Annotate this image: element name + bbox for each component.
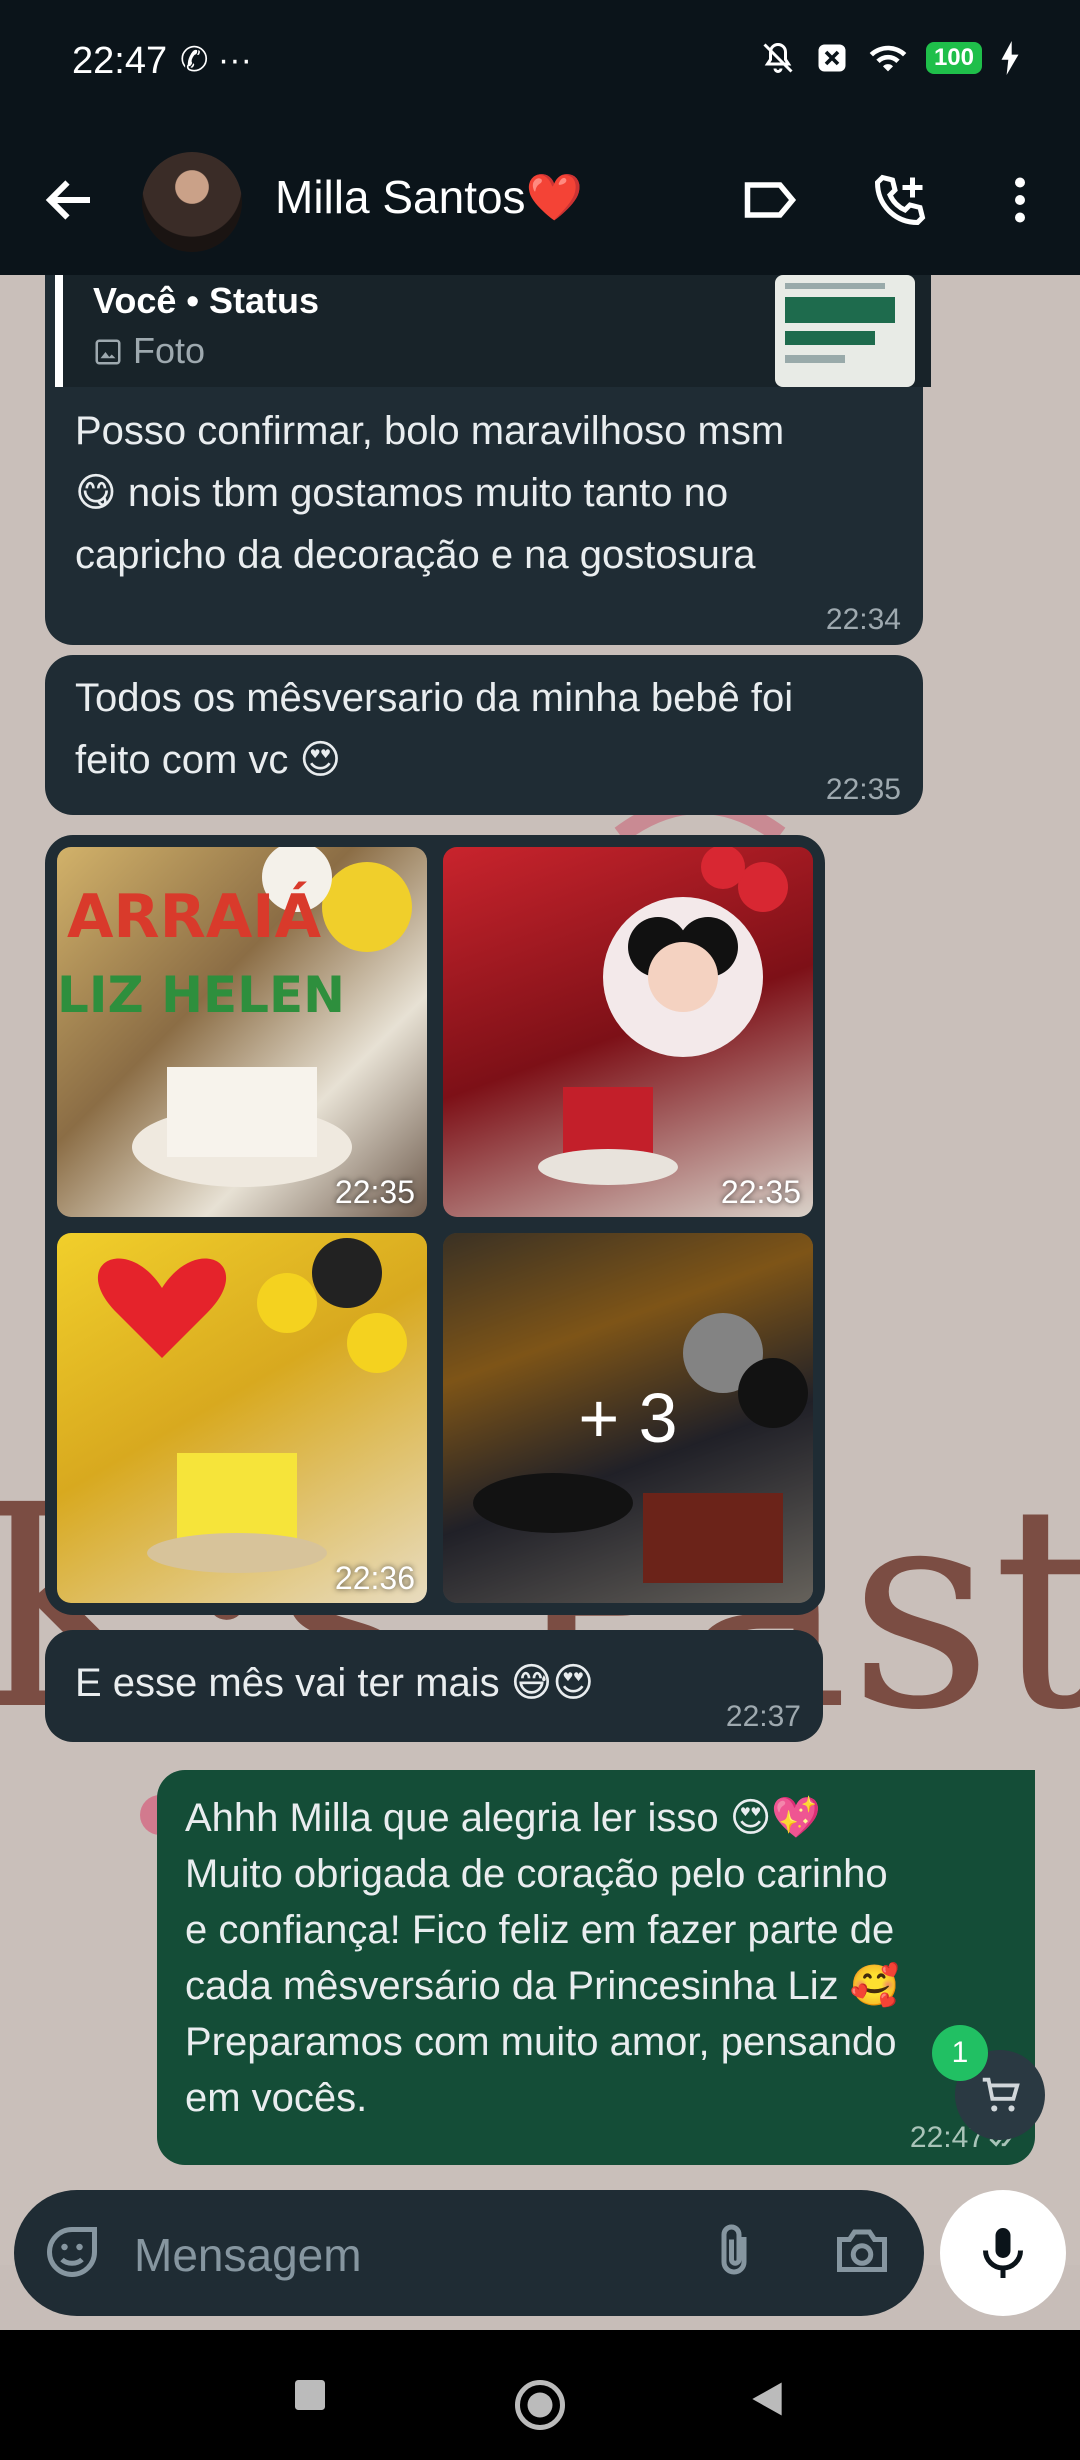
- message-line: 😋 nois tbm gostamos muito tanto no: [75, 471, 729, 515]
- incoming-message[interactable]: Todos os mêsversario da minha bebê foi f…: [45, 655, 923, 815]
- message-line: capricho da decoração e na gostosura: [75, 533, 756, 577]
- quoted-title: Você • Status: [93, 280, 320, 321]
- svg-text:ARRAIÁ: ARRAIÁ: [67, 881, 322, 952]
- recents-icon[interactable]: [290, 2375, 330, 2415]
- mute-icon: [763, 42, 793, 73]
- message-time: 22:34: [825, 603, 901, 636]
- charging-icon: [1001, 41, 1019, 75]
- message-line: Muito obrigada de coração pelo carinho: [185, 1852, 888, 1896]
- wifi-icon: [869, 45, 907, 72]
- no-sim-icon: [818, 44, 846, 72]
- photo-icon: [95, 339, 121, 365]
- media-time: 22:35: [334, 1174, 415, 1210]
- more-media-overlay[interactable]: + 3: [443, 1233, 813, 1603]
- photo-thumbnail[interactable]: ARRAIÁ LIZ HELEN 22:35: [57, 847, 427, 1217]
- message-line: E esse mês vai ter mais 😅😍: [75, 1661, 595, 1705]
- message-time: 22:35: [825, 773, 901, 806]
- message-line: Preparamos com muito amor, pensando: [185, 2020, 897, 2064]
- back-arrow-icon[interactable]: [40, 170, 100, 230]
- message-line: Posso confirmar, bolo maravilhoso msm: [75, 409, 785, 453]
- cart-icon: [982, 2077, 1020, 2112]
- message-input[interactable]: Mensagem: [134, 2228, 362, 2282]
- message-line: Ahhh Milla que alegria ler isso 😍💖: [185, 1796, 822, 1840]
- photo-thumbnail[interactable]: + 3: [443, 1233, 813, 1603]
- incoming-message[interactable]: E esse mês vai ter mais 😅😍 22:37: [45, 1630, 823, 1742]
- incoming-message[interactable]: Você • Status Foto Posso confirmar, bolo…: [45, 275, 931, 645]
- back-nav-icon[interactable]: [745, 2375, 789, 2423]
- microphone-icon: [983, 2228, 1023, 2278]
- add-call-icon[interactable]: [870, 170, 930, 230]
- system-navigation-bar: [0, 2330, 1080, 2460]
- cart-badge: 1: [932, 2025, 988, 2081]
- quoted-status[interactable]: Você • Status Foto: [55, 275, 931, 387]
- contact-avatar[interactable]: [142, 152, 242, 252]
- home-icon[interactable]: [510, 2375, 570, 2435]
- sticker-icon[interactable]: [42, 2222, 102, 2282]
- message-line: em vocês.: [185, 2076, 368, 2120]
- voice-record-button[interactable]: [940, 2190, 1066, 2316]
- media-time: 22:35: [720, 1174, 801, 1210]
- attach-icon[interactable]: [704, 2222, 764, 2282]
- message-line: cada mêsversário da Princesinha Liz 🥰: [185, 1964, 900, 2008]
- media-time: 22:36: [334, 1560, 415, 1596]
- status-time: 22:47: [72, 40, 168, 82]
- label-icon[interactable]: [740, 170, 800, 230]
- message-line: feito com vc 😍: [75, 738, 342, 782]
- status-right-icons: 100: [760, 40, 1020, 76]
- battery-indicator: 100: [925, 42, 982, 74]
- photo-thumbnail[interactable]: 22:35: [443, 847, 813, 1217]
- chat-header: Milla Santos❤️: [0, 130, 1080, 275]
- quoted-thumbnail: [775, 275, 915, 387]
- camera-icon[interactable]: [832, 2222, 892, 2282]
- notification-icons: ✆ ···: [180, 41, 252, 79]
- outgoing-message[interactable]: Ahhh Milla que alegria ler isso 😍💖 Muito…: [157, 1770, 1035, 2165]
- media-album[interactable]: ARRAIÁ LIZ HELEN 22:35 22:35 22:36 + 3: [45, 835, 825, 1615]
- message-line: e confiança! Fico feliz em fazer parte d…: [185, 1908, 895, 1952]
- photo-thumbnail[interactable]: 22:36: [57, 1233, 427, 1603]
- message-time: 22:37: [725, 1700, 801, 1733]
- status-bar: 22:47 ✆ ··· 100: [0, 0, 1080, 130]
- quoted-subtitle: Foto: [133, 330, 206, 371]
- message-line: Todos os mêsversario da minha bebê foi: [75, 676, 794, 720]
- message-composer: Mensagem: [14, 2190, 924, 2316]
- more-options-icon[interactable]: [990, 170, 1050, 230]
- svg-text:LIZ HELEN: LIZ HELEN: [57, 966, 345, 1024]
- contact-name[interactable]: Milla Santos❤️: [275, 170, 583, 225]
